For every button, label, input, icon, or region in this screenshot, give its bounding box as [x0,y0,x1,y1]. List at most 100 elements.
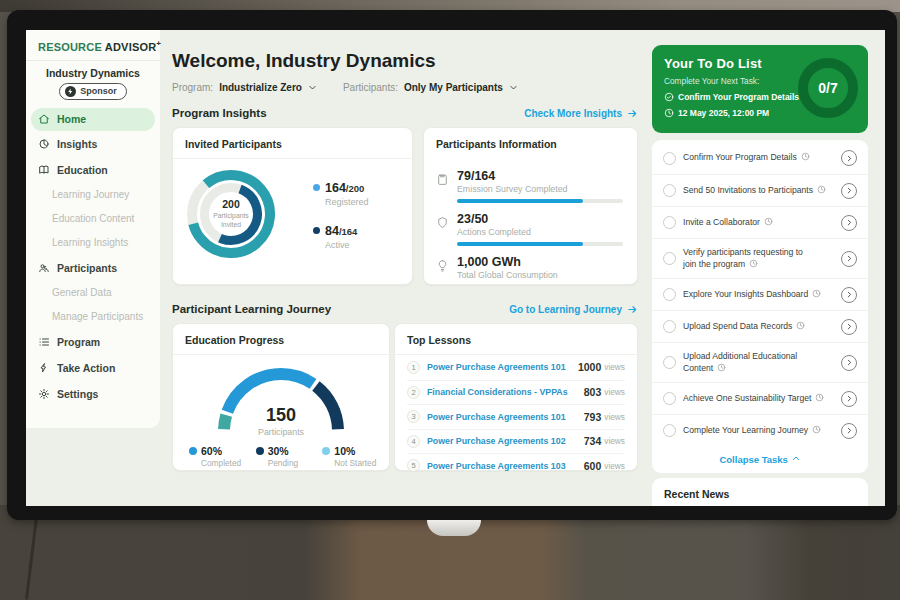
task-row[interactable]: Complete Your Learning Journey [652,414,868,446]
rank-badge: 4 [407,435,420,448]
legend-dot [189,447,197,455]
collapse-tasks-label: Collapse Tasks [719,454,787,465]
lesson-row[interactable]: 4 Power Purchase Agreements 102 734views [407,429,625,454]
task-checkbox[interactable] [663,288,676,301]
task-checkbox[interactable] [663,184,676,197]
sidebar-item-participants[interactable]: Participants [26,255,160,281]
insights-cards-row: Invited Participants 200 Participants In… [172,127,638,285]
chevron-right-icon[interactable] [841,287,857,303]
legend-dot [313,184,320,191]
lesson-views-count: 600 [584,460,602,472]
settings-icon [38,388,50,400]
task-row[interactable]: Invite a Collaborator [652,206,868,238]
lesson-views-suffix: views [604,461,625,471]
sidebar-item-program[interactable]: Program [26,329,160,355]
chevron-right-icon[interactable] [841,391,857,407]
donut-center-caption: Participants Invited [208,212,254,230]
sidebar-item-learning-journey[interactable]: Learning Journey [26,183,160,207]
education-progress-card: Education Progress 150 Participants 60% [172,323,390,471]
task-label: Verify participants requesting to join t… [683,247,807,270]
lesson-title-link[interactable]: Power Purchase Agreements 101 [427,362,578,372]
lesson-views-suffix: views [604,387,625,397]
lesson-views-count: 1000 [578,361,601,373]
task-checkbox[interactable] [663,356,676,369]
lesson-row[interactable]: 3 Power Purchase Agreements 101 793views [407,404,625,429]
lesson-row[interactable]: 5 Power Purchase Agreements 103 600views [407,453,625,478]
task-checkbox[interactable] [663,152,676,165]
legend-item-not-started: 10% Not Started [322,445,389,468]
task-row[interactable]: Verify participants requesting to join t… [652,238,868,278]
lesson-title-link[interactable]: Power Purchase Agreements 101 [427,412,584,422]
chevron-down-icon [509,83,518,92]
task-checkbox[interactable] [663,424,676,437]
rank-badge: 5 [407,459,420,472]
clipboard-icon [436,169,457,203]
sidebar-item-manage-participants[interactable]: Manage Participants [26,305,160,329]
participants-filter[interactable]: Participants: Only My Participants [343,82,518,93]
chevron-right-icon[interactable] [841,183,857,199]
sidebar-item-label: Education [57,164,108,176]
sidebar-item-home[interactable]: Home [31,108,155,131]
participants-stats: 79/164 Emission Survey Completed 23/50 A… [424,158,637,280]
sidebar-item-label: Participants [57,262,117,274]
chevron-right-icon[interactable] [841,215,857,231]
sidebar-item-education[interactable]: Education [26,157,160,183]
task-row[interactable]: Upload Spend Data Records [652,310,868,342]
chevron-right-icon[interactable] [841,150,857,166]
lesson-title-link[interactable]: Power Purchase Agreements 103 [427,461,584,471]
program-filter-label: Program: [172,82,213,93]
sidebar-item-general-data[interactable]: General Data [26,281,160,305]
task-row[interactable]: Send 50 Invitations to Participants [652,174,868,206]
legend-dot [256,447,264,455]
chevron-right-icon[interactable] [841,423,857,439]
stat-value: 79/164 [457,169,623,183]
gauge-chart: 150 Participants [210,363,352,437]
sidebar-item-settings[interactable]: Settings [26,381,160,407]
sponsor-badge-label: Sponsor [80,86,117,96]
collapse-tasks-link[interactable]: Collapse Tasks [652,446,868,471]
shield-icon [436,212,457,246]
sidebar-item-label: Learning Insights [52,237,128,248]
recent-news-card: Recent News [652,478,868,506]
task-row[interactable]: Confirm Your Program Details [652,142,868,174]
clock-icon [801,152,810,161]
chevron-right-icon[interactable] [841,319,857,335]
task-checkbox[interactable] [663,320,676,333]
lesson-title-link[interactable]: Power Purchase Agreements 102 [427,436,584,446]
task-row[interactable]: Explore Your Insights Dashboard [652,278,868,310]
take-action-icon [38,362,50,374]
task-row[interactable]: Achieve One Sustainability Target [652,382,868,414]
clock-icon [815,393,824,402]
sidebar-item-take-action[interactable]: Take Action [26,355,160,381]
sponsor-badge[interactable]: Sponsor [59,83,127,100]
sidebar-item-learning-insights[interactable]: Learning Insights [26,231,160,255]
lesson-views-count: 793 [584,411,602,423]
chevron-right-icon[interactable] [841,355,857,371]
lesson-title-link[interactable]: Financial Considerations - VPPAs [427,387,584,397]
lesson-row[interactable]: 2 Financial Considerations - VPPAs 803vi… [407,380,625,405]
sidebar-item-insights[interactable]: Insights [26,131,160,157]
program-filter[interactable]: Program: Industrialize Zero [172,82,317,93]
legend-label: Registered [325,197,369,207]
todo-progress-ring: 0/7 [798,58,858,118]
participants-filter-label: Participants: [343,82,398,93]
education-icon [38,164,50,176]
lesson-row[interactable]: 1 Power Purchase Agreements 101 1000view… [407,355,625,380]
task-checkbox[interactable] [663,392,676,405]
chevron-right-icon[interactable] [841,251,857,267]
check-more-insights-link[interactable]: Check More Insights [524,108,638,119]
invited-chart: 200 Participants Invited 164/200 Registe… [173,159,412,260]
task-checkbox[interactable] [663,252,676,265]
task-checkbox[interactable] [663,216,676,229]
task-label: Send 50 Invitations to Participants [683,185,834,197]
participants-filter-value: Only My Participants [404,82,503,93]
top-lessons-card: Top Lessons 1 Power Purchase Agreements … [394,323,638,471]
go-to-learning-journey-link[interactable]: Go to Learning Journey [509,304,638,315]
task-row[interactable]: Upload Additional Educational Content [652,342,868,382]
todo-task-list: Confirm Your Program Details Send 50 Inv… [652,140,868,473]
legend-number: 84/164 [325,221,357,239]
chevron-up-icon [791,454,801,463]
sidebar-item-education-content[interactable]: Education Content [26,207,160,231]
rank-badge: 1 [407,361,420,374]
stat-value: 23/50 [457,212,623,226]
